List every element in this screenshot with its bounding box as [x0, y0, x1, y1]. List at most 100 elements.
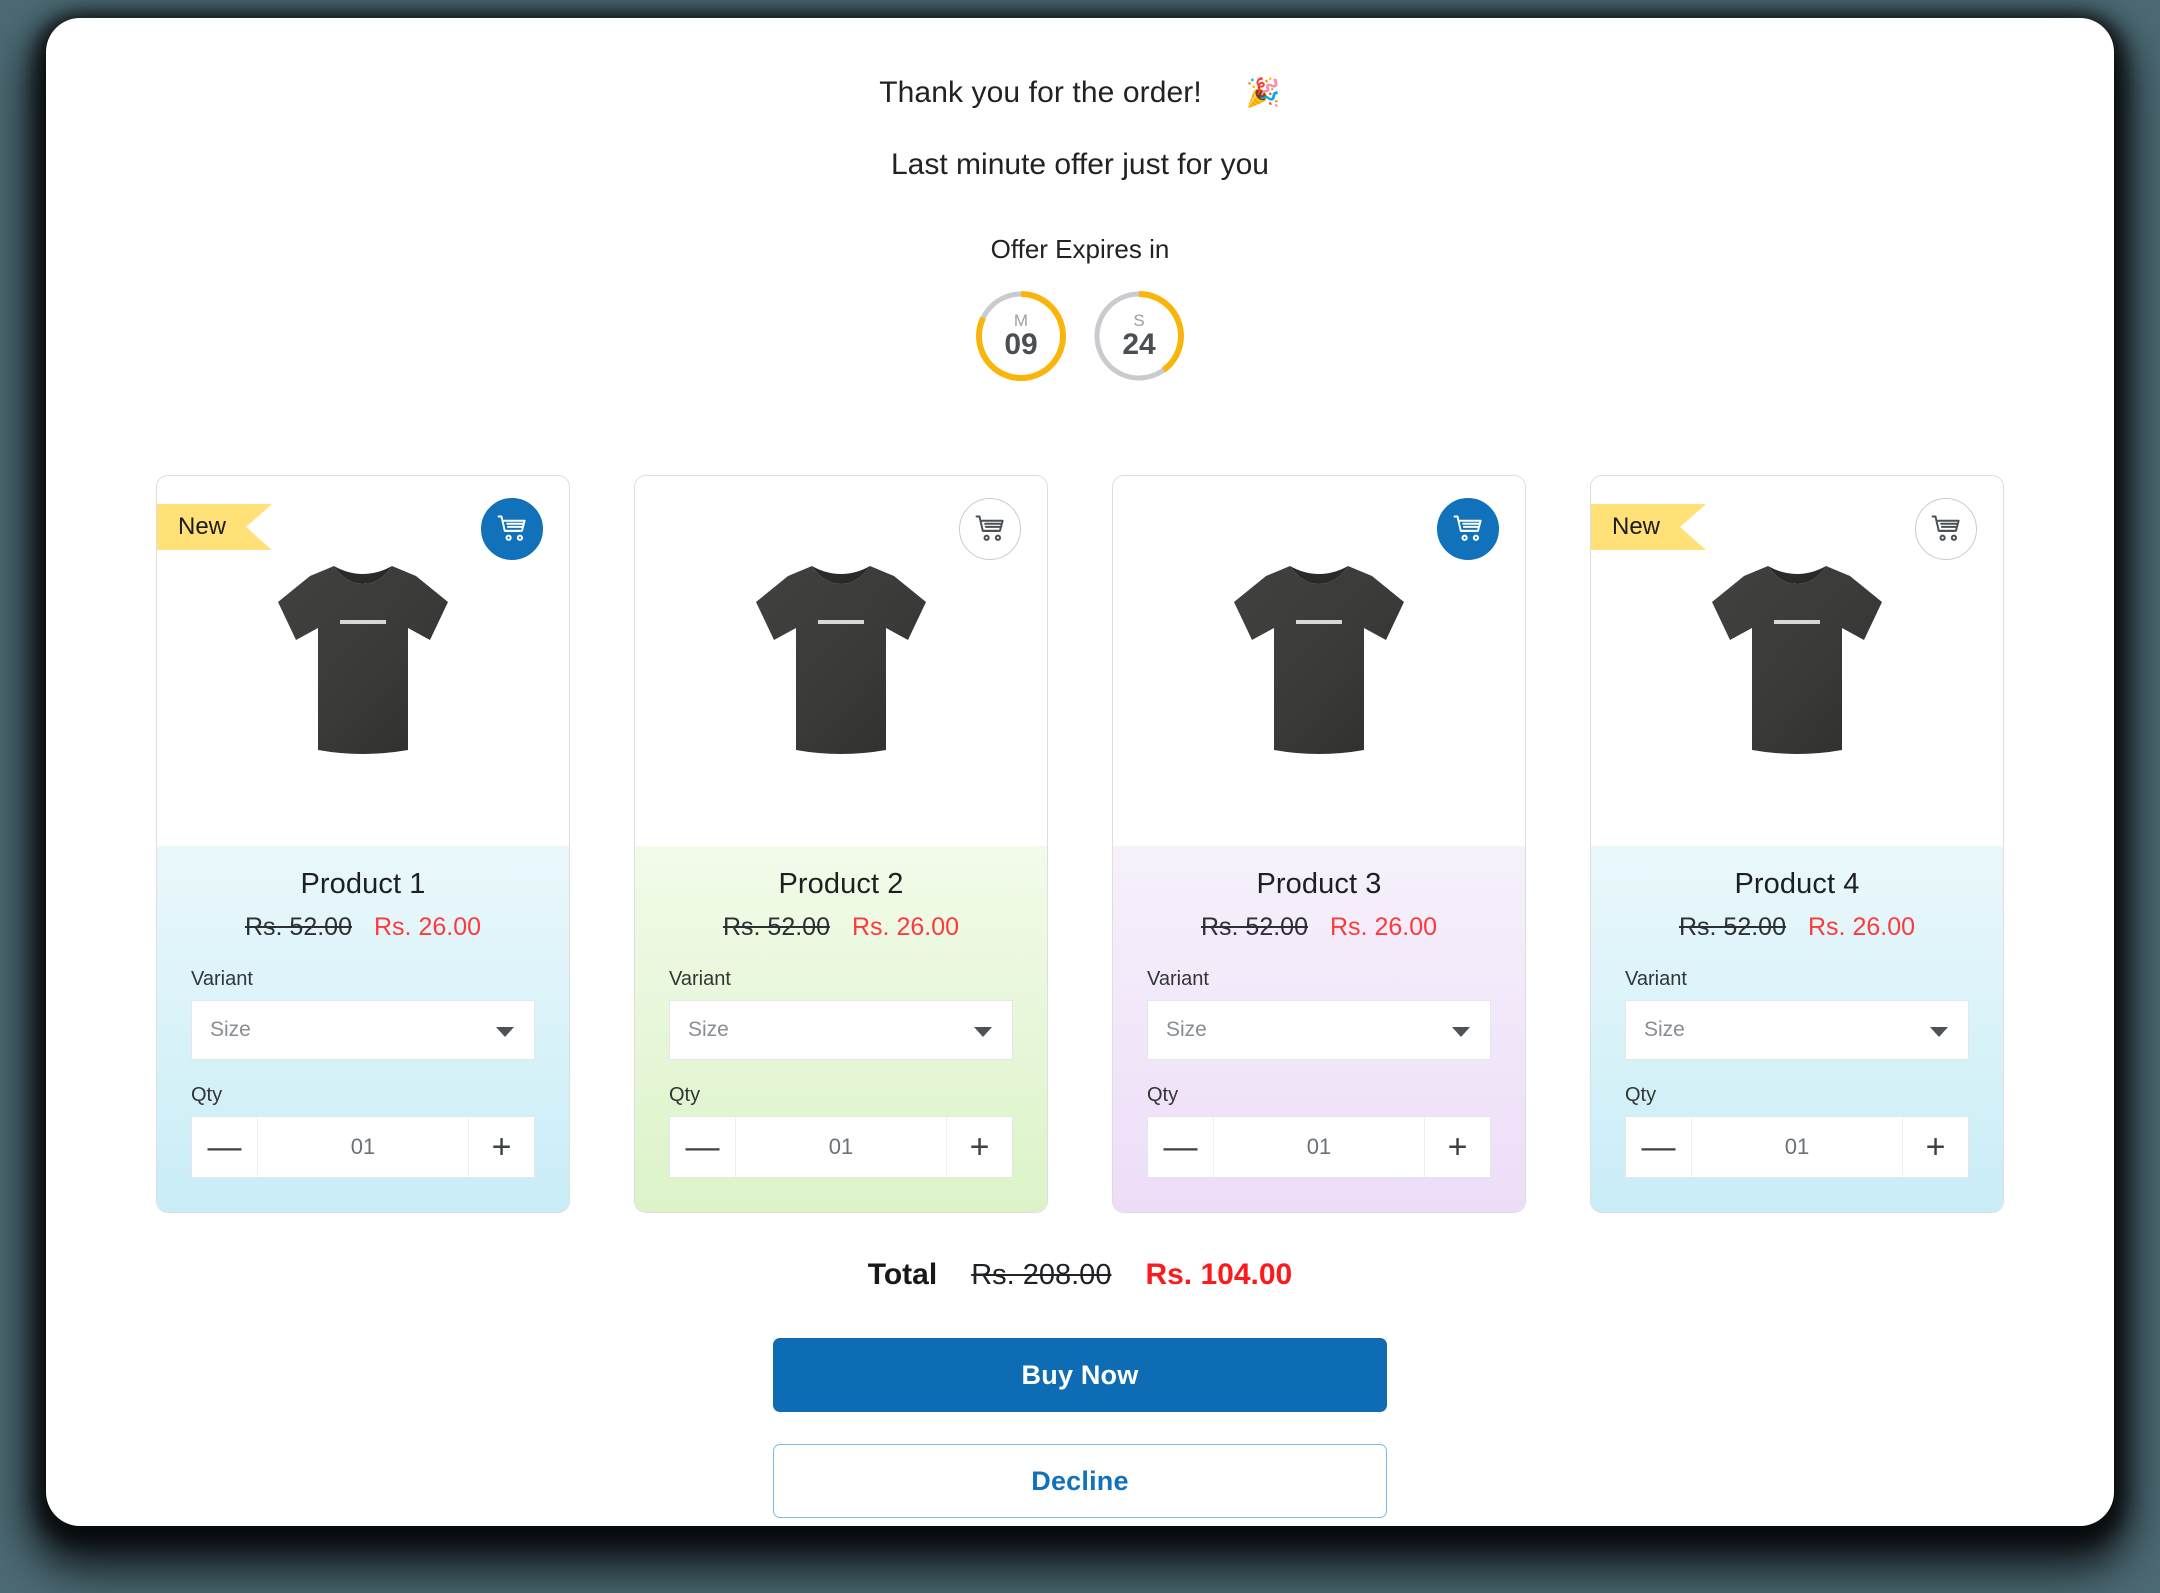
- add-to-cart-toggle[interactable]: [1437, 498, 1499, 560]
- buy-now-button[interactable]: Buy Now: [773, 1338, 1387, 1412]
- product-title: Product 2: [778, 868, 904, 900]
- tshirt-image: [1234, 566, 1404, 754]
- total-label: Total: [867, 1258, 938, 1291]
- product-card[interactable]: New Product 1 Rs. 52.00 Rs. 26.00 Varian…: [156, 475, 570, 1213]
- timer-unit-seconds: S 24: [1092, 289, 1186, 383]
- qty-decrement-button[interactable]: —: [1148, 1117, 1214, 1177]
- product-sale-price: Rs. 26.00: [1330, 913, 1438, 941]
- product-thumbnail: [1591, 554, 2003, 762]
- product-details: Product 1 Rs. 52.00 Rs. 26.00 Variant Si…: [157, 846, 569, 1212]
- variant-label: Variant: [191, 968, 253, 990]
- timer-value-minutes: 09: [1004, 328, 1038, 361]
- product-image-area: New: [157, 476, 569, 846]
- product-image-area: [635, 476, 1047, 846]
- product-price-row: Rs. 52.00 Rs. 26.00: [669, 913, 1013, 942]
- party-popper-emoji: 🎉: [1245, 77, 1281, 108]
- qty-value[interactable]: 01: [1692, 1117, 1902, 1177]
- offer-expires-label: Offer Expires in: [990, 234, 1170, 264]
- qty-increment-button[interactable]: +: [468, 1117, 534, 1177]
- timer-letter-seconds: S: [1133, 311, 1145, 330]
- variant-select[interactable]: Size: [1147, 1000, 1491, 1060]
- variant-label: Variant: [1625, 968, 1687, 990]
- product-thumbnail: [157, 554, 569, 762]
- chevron-down-icon: [1930, 1027, 1948, 1037]
- product-sale-price: Rs. 26.00: [1808, 913, 1916, 941]
- qty-label: Qty: [1625, 1084, 1657, 1106]
- total-discounted-price: Rs. 104.00: [1145, 1258, 1293, 1291]
- qty-label: Qty: [669, 1084, 701, 1106]
- add-to-cart-toggle[interactable]: [1915, 498, 1977, 560]
- variant-label: Variant: [1147, 968, 1209, 990]
- timer-unit-minutes: M 09: [974, 289, 1068, 383]
- product-sale-price: Rs. 26.00: [852, 913, 960, 941]
- product-card[interactable]: New Product 4 Rs. 52.00 Rs. 26.00 Varian…: [1590, 475, 2004, 1213]
- variant-select[interactable]: Size: [1625, 1000, 1969, 1060]
- thank-you-text: Thank you for the order!: [879, 76, 1202, 109]
- product-card[interactable]: Product 2 Rs. 52.00 Rs. 26.00 Variant Si…: [634, 475, 1048, 1213]
- chevron-down-icon: [1452, 1027, 1470, 1037]
- product-image-area: [1113, 476, 1525, 846]
- variant-select-value: Size: [688, 1018, 729, 1041]
- countdown-timer: M 09 S 24: [46, 289, 2114, 383]
- product-price-row: Rs. 52.00 Rs. 26.00: [1625, 913, 1969, 942]
- action-buttons: Buy Now Decline: [773, 1338, 1387, 1518]
- qty-increment-button[interactable]: +: [946, 1117, 1012, 1177]
- product-sale-price: Rs. 26.00: [374, 913, 482, 941]
- tshirt-image: [278, 566, 448, 754]
- product-original-price: Rs. 52.00: [1678, 913, 1786, 941]
- qty-label: Qty: [1147, 1084, 1179, 1106]
- product-price-row: Rs. 52.00 Rs. 26.00: [1147, 913, 1491, 942]
- cart-icon: [1931, 515, 1960, 541]
- timer-letter-minutes: M: [1013, 311, 1029, 330]
- qty-value[interactable]: 01: [258, 1117, 468, 1177]
- new-badge: New: [157, 504, 273, 550]
- add-to-cart-toggle[interactable]: [481, 498, 543, 560]
- quantity-stepper: — 01 +: [669, 1116, 1013, 1178]
- variant-select-value: Size: [1166, 1018, 1207, 1041]
- tshirt-image: [1712, 566, 1882, 754]
- product-details: Product 4 Rs. 52.00 Rs. 26.00 Variant Si…: [1591, 846, 2003, 1212]
- qty-label: Qty: [191, 1084, 223, 1106]
- product-title: Product 3: [1256, 868, 1382, 900]
- add-to-cart-toggle[interactable]: [959, 498, 1021, 560]
- thank-you-heading: Thank you for the order! 🎉: [46, 76, 2114, 110]
- variant-select[interactable]: Size: [191, 1000, 535, 1060]
- product-thumbnail: [635, 554, 1047, 762]
- upsell-page: Thank you for the order! 🎉 Last minute of…: [46, 18, 2114, 1526]
- qty-decrement-button[interactable]: —: [670, 1117, 736, 1177]
- qty-value[interactable]: 01: [736, 1117, 946, 1177]
- cart-icon: [497, 515, 526, 541]
- variant-select[interactable]: Size: [669, 1000, 1013, 1060]
- total-row: Total Rs. 208.00 Rs. 104.00: [46, 1258, 2114, 1292]
- product-thumbnail: [1113, 554, 1525, 762]
- decline-button[interactable]: Decline: [773, 1444, 1387, 1518]
- product-details: Product 2 Rs. 52.00 Rs. 26.00 Variant Si…: [635, 846, 1047, 1212]
- chevron-down-icon: [496, 1027, 514, 1037]
- qty-increment-button[interactable]: +: [1424, 1117, 1490, 1177]
- variant-label: Variant: [669, 968, 731, 990]
- product-card[interactable]: Product 3 Rs. 52.00 Rs. 26.00 Variant Si…: [1112, 475, 1526, 1213]
- cart-icon: [1453, 515, 1482, 541]
- product-grid: New Product 1 Rs. 52.00 Rs. 26.00 Varian…: [156, 475, 2004, 1213]
- product-original-price: Rs. 52.00: [1200, 913, 1308, 941]
- product-title: Product 4: [1734, 868, 1860, 900]
- product-title: Product 1: [300, 868, 426, 900]
- tshirt-image: [756, 566, 926, 754]
- product-original-price: Rs. 52.00: [244, 913, 352, 941]
- quantity-stepper: — 01 +: [191, 1116, 535, 1178]
- quantity-stepper: — 01 +: [1147, 1116, 1491, 1178]
- qty-decrement-button[interactable]: —: [192, 1117, 258, 1177]
- product-price-row: Rs. 52.00 Rs. 26.00: [191, 913, 535, 942]
- qty-increment-button[interactable]: +: [1902, 1117, 1968, 1177]
- offer-subheading: Last minute offer just for you: [891, 148, 1269, 181]
- timer-value-seconds: 24: [1122, 328, 1156, 361]
- variant-select-value: Size: [1644, 1018, 1685, 1041]
- product-image-area: New: [1591, 476, 2003, 846]
- cart-icon: [975, 515, 1004, 541]
- quantity-stepper: — 01 +: [1625, 1116, 1969, 1178]
- qty-value[interactable]: 01: [1214, 1117, 1424, 1177]
- new-badge: New: [1591, 504, 1707, 550]
- qty-decrement-button[interactable]: —: [1626, 1117, 1692, 1177]
- variant-select-value: Size: [210, 1018, 251, 1041]
- product-details: Product 3 Rs. 52.00 Rs. 26.00 Variant Si…: [1113, 846, 1525, 1212]
